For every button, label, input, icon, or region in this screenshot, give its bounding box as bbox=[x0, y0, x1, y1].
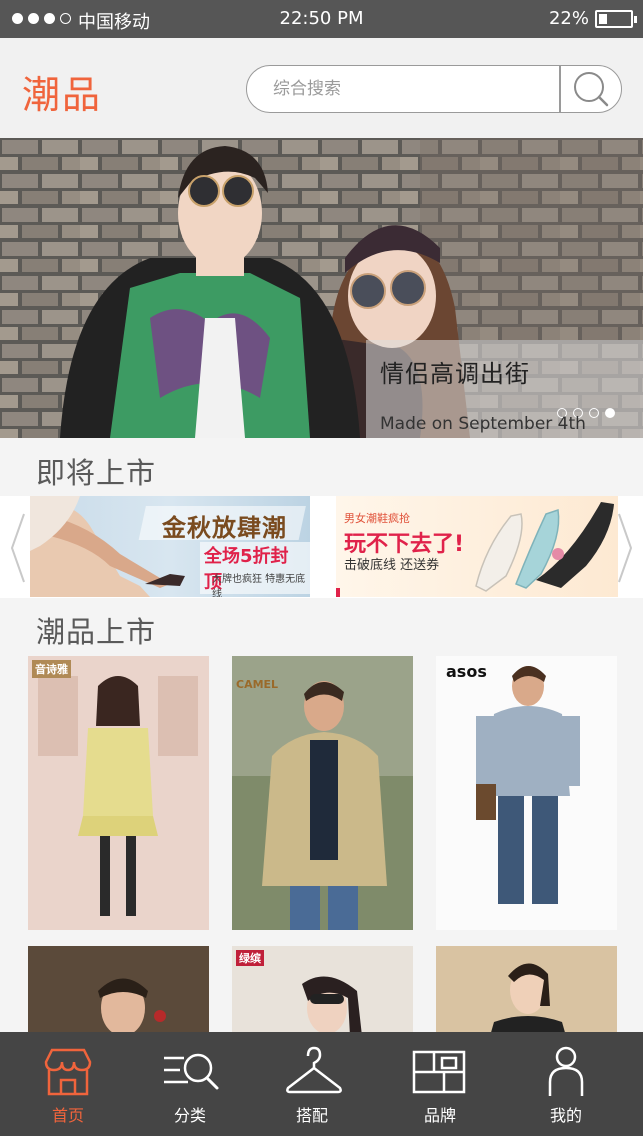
product-image bbox=[436, 656, 617, 930]
promo-card[interactable]: 金秋放肆潮 全场5折封顶 大牌也疯狂 特惠无底线 bbox=[30, 496, 310, 597]
brand-logo: asos bbox=[446, 662, 487, 681]
hero-banner[interactable]: 情侣高调出街 Made on September 4th bbox=[0, 138, 643, 438]
brand-logo: 音诗雅 bbox=[32, 660, 71, 678]
promo-card[interactable]: 男女潮鞋疯抢 玩不下去了! 击破底线 还送券 bbox=[336, 496, 618, 597]
banner-subtitle: Made on September 4th bbox=[380, 414, 586, 434]
chevron-right-icon[interactable] bbox=[615, 510, 635, 586]
banner-caption: 情侣高调出街 Made on September 4th bbox=[366, 340, 643, 438]
product-card[interactable]: asos bbox=[436, 656, 617, 930]
section-title-upcoming: 即将上市 bbox=[36, 456, 157, 490]
brand-logo: 绿缤 bbox=[236, 950, 264, 966]
page-dot-active[interactable] bbox=[605, 408, 615, 418]
category-icon bbox=[164, 1053, 219, 1090]
product-card[interactable] bbox=[436, 946, 617, 1036]
tab-profile[interactable]: 我的 bbox=[506, 1032, 626, 1136]
section-title-new-arrivals: 潮品上市 bbox=[36, 615, 157, 649]
search-input[interactable] bbox=[273, 76, 543, 102]
promo-note: 大牌也疯狂 特惠无底线 bbox=[212, 574, 306, 597]
battery-icon bbox=[595, 10, 637, 28]
product-card[interactable]: CAMEL bbox=[232, 656, 413, 930]
banner-title: 情侣高调出街 bbox=[380, 360, 530, 388]
product-image bbox=[436, 946, 617, 1036]
tab-category[interactable]: 分类 bbox=[130, 1032, 250, 1136]
promo-tag: 男女潮鞋疯抢 bbox=[344, 512, 410, 525]
product-grid: 音诗雅 CAMEL asos 绿缤 bbox=[0, 656, 643, 1036]
app-logo[interactable]: 潮品 bbox=[22, 64, 102, 119]
status-time: 22:50 PM bbox=[279, 8, 364, 29]
tab-label: 搭配 bbox=[295, 1106, 328, 1125]
product-image bbox=[28, 946, 209, 1036]
page-dot[interactable] bbox=[589, 408, 599, 418]
product-card[interactable] bbox=[28, 946, 209, 1036]
promo-carousel: 金秋放肆潮 全场5折封顶 大牌也疯狂 特惠无底线 男女潮鞋疯抢 玩不下去了! 击… bbox=[0, 496, 643, 598]
profile-icon bbox=[548, 1046, 584, 1096]
search-button[interactable] bbox=[560, 66, 622, 112]
product-card[interactable]: 绿缤 bbox=[232, 946, 413, 1036]
tab-label: 品牌 bbox=[423, 1106, 456, 1125]
tab-label: 我的 bbox=[549, 1106, 582, 1125]
product-image bbox=[232, 656, 413, 930]
search-icon bbox=[574, 72, 609, 107]
bottom-tab-bar: 首页 分类 搭配 品牌 我的 bbox=[0, 1032, 643, 1136]
chevron-left-icon[interactable] bbox=[8, 510, 28, 586]
promo-note: 击破底线 还送券 bbox=[344, 558, 440, 573]
product-image bbox=[28, 656, 209, 930]
tab-outfit[interactable]: 搭配 bbox=[252, 1032, 372, 1136]
tab-brand[interactable]: 品牌 bbox=[380, 1032, 500, 1136]
hanger-icon bbox=[286, 1046, 342, 1094]
home-icon bbox=[44, 1048, 92, 1096]
app-header: 潮品 bbox=[0, 38, 643, 138]
brand-logo: CAMEL bbox=[236, 678, 279, 691]
brand-icon bbox=[412, 1050, 466, 1094]
product-card[interactable]: 音诗雅 bbox=[28, 656, 209, 930]
battery-percent: 22% bbox=[548, 8, 589, 29]
search-bar bbox=[246, 65, 622, 113]
tab-home[interactable]: 首页 bbox=[8, 1032, 128, 1136]
tab-label: 分类 bbox=[173, 1106, 206, 1125]
promo-headline: 金秋放肆潮 bbox=[162, 513, 287, 542]
tab-label: 首页 bbox=[51, 1106, 84, 1125]
status-bar: 中国移动 22:50 PM 22% bbox=[0, 0, 643, 38]
